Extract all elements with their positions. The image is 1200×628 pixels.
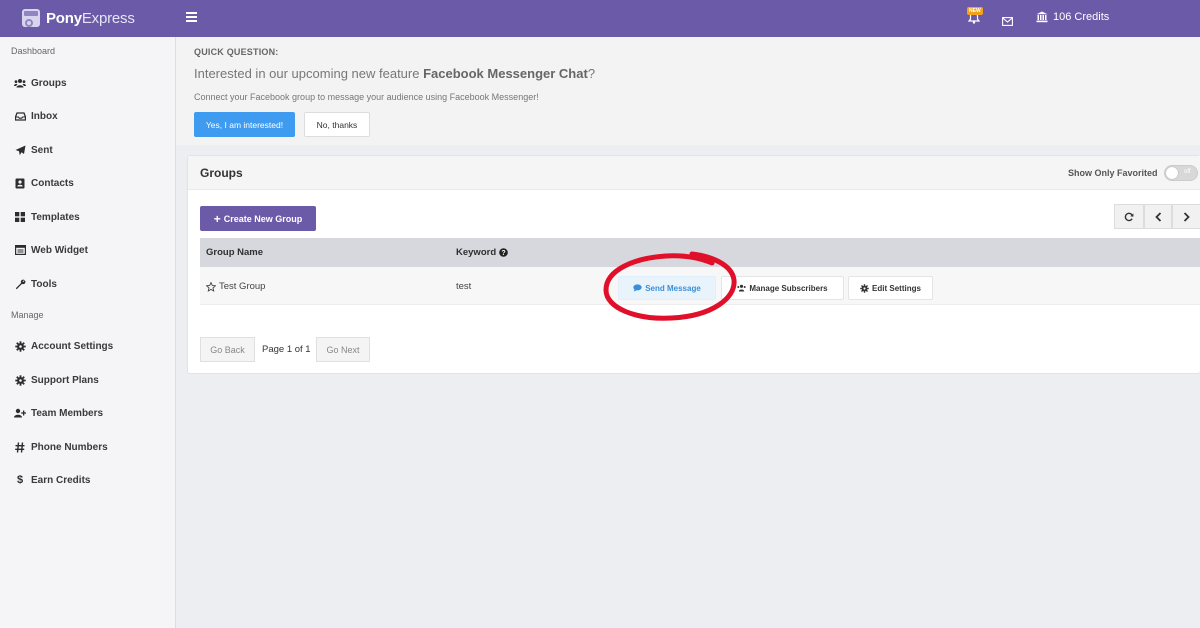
pony-express-logo-icon [22,9,40,27]
paper-plane-icon [14,144,26,156]
users-icon [14,77,26,89]
sidebar-item-label: Groups [31,77,67,89]
favorites-toggle[interactable]: off [1164,165,1198,181]
sidebar: Dashboard Groups Inbox Sent Contacts Tem… [0,37,176,628]
sidebar-item-label: Team Members [31,407,104,419]
star-outline-icon[interactable] [206,281,216,292]
chevron-right-icon [1183,211,1190,222]
edit-settings-button[interactable]: Edit Settings [848,276,933,300]
table-row: Test Group test Send Message Manage Subs… [200,267,1200,305]
sidebar-item-groups[interactable]: Groups [0,71,175,95]
banner-question: Interested in our upcoming new feature F… [194,66,596,81]
messages-envelope-icon[interactable] [1002,13,1013,31]
quick-question-banner: QUICK QUESTION: Interested in our upcomi… [176,37,1200,145]
toggle-knob [1166,167,1178,179]
sidebar-item-label: Earn Credits [31,474,91,486]
sidebar-item-sent[interactable]: Sent [0,138,175,162]
sidebar-item-support-plans[interactable]: Support Plans [0,368,175,392]
banner-heading: QUICK QUESTION: [194,47,279,57]
plus-icon: + [213,211,221,226]
comment-icon [633,284,642,292]
toggle-state-label: off [1184,169,1191,175]
page-title: Groups [200,166,243,180]
inbox-icon [14,110,26,122]
go-next-button[interactable]: Go Next [316,337,370,362]
sidebar-item-contacts[interactable]: Contacts [0,171,175,195]
sidebar-item-account-settings[interactable]: Account Settings [0,334,175,358]
send-message-button[interactable]: Send Message [618,276,716,300]
manage-subscribers-button[interactable]: Manage Subscribers [721,276,844,300]
manage-subscribers-label: Manage Subscribers [749,283,828,293]
address-book-icon [14,177,26,189]
hash-icon [14,441,26,453]
user-plus-icon [14,407,26,419]
sidebar-item-label: Web Widget [31,244,88,256]
wrench-icon [14,278,26,290]
menu-toggle-icon[interactable] [186,12,197,22]
send-message-label: Send Message [645,283,701,293]
sidebar-item-label: Templates [31,211,80,223]
groups-table-header: Group Name Keyword ? [200,238,1200,267]
go-back-button[interactable]: Go Back [200,337,255,362]
groups-panel-header: Groups Show Only Favorited off [188,156,1200,190]
brand-name: PonyExpress [46,9,135,27]
sidebar-item-label: Phone Numbers [31,441,108,453]
question-circle-icon[interactable]: ? [499,248,508,257]
bank-icon [1036,11,1048,23]
banner-subtext: Connect your Facebook group to message y… [194,92,539,102]
credits-balance[interactable]: 106 Credits [1036,11,1109,23]
group-name-cell: Test Group [206,281,265,292]
sidebar-item-earn-credits[interactable]: $ Earn Credits [0,468,175,492]
no-thanks-button[interactable]: No, thanks [304,112,370,137]
refresh-button[interactable] [1114,204,1144,229]
users-icon [737,284,747,292]
sidebar-item-label: Account Settings [31,340,114,352]
top-navbar: PonyExpress NEW 106 Credits [0,0,1200,37]
column-header-keyword: Keyword ? [456,247,508,258]
credits-label: 106 Credits [1053,11,1110,23]
refresh-icon [1124,212,1134,221]
gear-icon [14,340,26,352]
sidebar-item-label: Sent [31,144,53,156]
gear-icon [860,283,869,293]
dollar-icon: $ [16,474,24,486]
sidebar-item-label: Contacts [31,177,74,189]
sidebar-item-templates[interactable]: Templates [0,205,175,229]
brand[interactable]: PonyExpress [22,9,135,27]
sidebar-item-tools[interactable]: Tools [0,272,175,296]
grid-icon [14,211,26,223]
chevron-left-icon [1154,211,1161,222]
previous-button[interactable] [1144,204,1172,229]
sidebar-item-label: Tools [31,278,57,290]
sidebar-item-label: Support Plans [31,374,99,386]
create-new-group-label: Create New Group [223,213,303,224]
create-new-group-button[interactable]: + Create New Group [200,206,316,231]
sidebar-section-dashboard: Dashboard [11,46,56,56]
groups-panel: Groups Show Only Favorited off + Create … [187,155,1200,374]
group-keyword: test [456,281,472,292]
favorites-filter-label: Show Only Favorited [1068,168,1158,178]
edit-settings-label: Edit Settings [872,283,921,293]
interested-button[interactable]: Yes, I am interested! [194,112,295,137]
group-name[interactable]: Test Group [219,281,265,292]
sidebar-item-team-members[interactable]: Team Members [0,401,175,425]
sidebar-item-web-widget[interactable]: Web Widget [0,238,175,262]
sidebar-section-manage: Manage [11,310,44,320]
gear-icon [14,374,26,386]
window-icon [14,244,26,256]
column-header-group-name: Group Name [206,247,264,258]
svg-text:?: ? [501,250,505,257]
page-indicator: Page 1 of 1 [262,344,311,355]
sidebar-item-phone-numbers[interactable]: Phone Numbers [0,435,175,459]
sidebar-item-inbox[interactable]: Inbox [0,104,175,128]
new-badge: NEW [967,7,983,15]
next-button[interactable] [1172,204,1200,229]
sidebar-item-label: Inbox [31,110,58,122]
